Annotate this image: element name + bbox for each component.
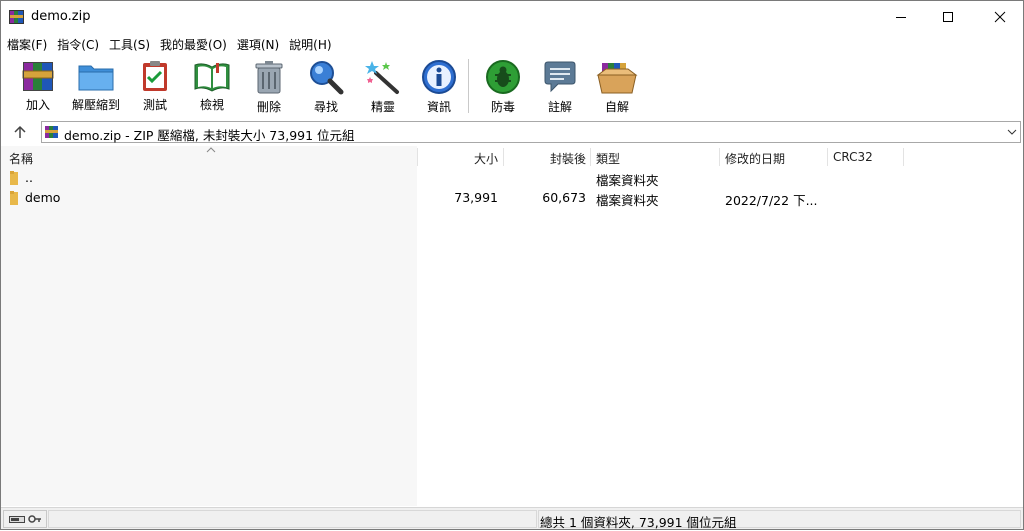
virus-scan-button[interactable]: 防毒	[473, 57, 533, 117]
column-header-modified[interactable]: 修改的日期	[725, 146, 825, 168]
view-button[interactable]: 檢視	[182, 57, 242, 117]
info-button[interactable]: 資訊	[409, 57, 469, 117]
up-arrow-icon	[14, 125, 26, 138]
magnifier-icon	[310, 61, 344, 95]
self-extract-box-icon	[596, 63, 638, 94]
comment-label: 註解	[547, 100, 572, 114]
window-title: demo.zip	[31, 9, 91, 24]
menu-bar: 檔案(F) 指令(C) 工具(S) 我的最愛(O) 選項(N) 說明(H)	[1, 33, 1023, 54]
drive-icon	[8, 516, 25, 523]
address-bar[interactable]: demo.zip - ZIP 壓縮檔, 未封裝大小 73,991 位元組	[41, 121, 1021, 143]
comment-button[interactable]: 註解	[530, 57, 590, 117]
extract-to-button[interactable]: 解壓縮到	[66, 57, 126, 117]
menu-help[interactable]: 說明(H)	[283, 33, 335, 54]
column-header-name[interactable]: 名稱	[9, 146, 409, 168]
column-header-type[interactable]: 類型	[596, 146, 716, 168]
row-name: ..	[25, 170, 33, 185]
menu-favorites[interactable]: 我的最愛(O)	[154, 33, 231, 54]
status-drive-panel[interactable]	[3, 510, 47, 528]
wizard-label: 精靈	[370, 100, 395, 114]
row-name: demo	[25, 190, 61, 205]
row-type: 檔案資料夾	[596, 193, 659, 208]
folder-icon	[10, 171, 18, 185]
column-header-packed[interactable]: 封裝後	[504, 146, 586, 168]
info-icon	[422, 60, 456, 94]
test-button[interactable]: 測試	[125, 57, 185, 117]
delete-label: 刪除	[256, 100, 281, 114]
menu-tools[interactable]: 工具(S)	[103, 33, 154, 54]
toolbar: 加入 解壓縮到 測試 檢視 刪除 尋找 精靈 資訊 防毒 註解 自解	[1, 55, 1023, 119]
close-icon	[994, 11, 1006, 23]
row-modified: 2022/7/22 下...	[725, 193, 818, 208]
status-bar: 總共 1 個資料夾, 73,991 個位元組	[1, 507, 1023, 530]
column-divider[interactable]	[590, 148, 591, 166]
menu-file[interactable]: 檔案(F)	[1, 33, 51, 54]
file-list: 名稱 大小 封裝後 類型 修改的日期 CRC32 .. 檔案資料夾 demo 7…	[1, 146, 1023, 506]
find-button[interactable]: 尋找	[296, 57, 356, 117]
table-row[interactable]: demo 73,991 60,673 檔案資料夾 2022/7/22 下...	[1, 188, 1023, 208]
magic-wand-icon	[365, 61, 399, 94]
column-divider[interactable]	[903, 148, 904, 166]
chevron-down-icon[interactable]	[1006, 125, 1018, 139]
add-label: 加入	[25, 98, 50, 112]
comment-icon	[544, 61, 576, 93]
sfx-button[interactable]: 自解	[587, 57, 647, 117]
row-packed: 60,673	[542, 190, 586, 205]
key-icon	[27, 515, 41, 523]
menu-options[interactable]: 選項(N)	[231, 33, 283, 54]
archive-add-icon	[22, 62, 54, 91]
title-bar: demo.zip	[1, 1, 1023, 33]
book-icon	[194, 63, 230, 92]
wizard-button[interactable]: 精靈	[353, 57, 413, 117]
extract-to-label: 解壓縮到	[71, 98, 120, 112]
maximize-icon	[943, 12, 953, 22]
row-type: 檔案資料夾	[596, 173, 659, 188]
winrar-icon	[9, 10, 24, 24]
status-summary-panel: 總共 1 個資料夾, 73,991 個位元組	[538, 510, 1021, 530]
minimize-icon	[896, 17, 906, 18]
winrar-icon	[45, 126, 58, 138]
row-size: 73,991	[454, 190, 498, 205]
sfx-label: 自解	[604, 100, 629, 114]
view-label: 檢視	[199, 98, 224, 112]
info-label: 資訊	[426, 100, 451, 114]
test-label: 測試	[142, 98, 167, 112]
column-header-crc32[interactable]: CRC32	[833, 146, 903, 168]
delete-button[interactable]: 刪除	[239, 57, 299, 117]
status-summary: 總共 1 個資料夾, 73,991 個位元組	[540, 515, 737, 530]
address-row: demo.zip - ZIP 壓縮檔, 未封裝大小 73,991 位元組	[1, 120, 1023, 144]
toolbar-separator	[468, 59, 469, 113]
maximize-button[interactable]	[925, 1, 971, 33]
column-divider[interactable]	[827, 148, 828, 166]
column-header-size[interactable]: 大小	[418, 146, 498, 168]
winrar-window: demo.zip 檔案(F) 指令(C) 工具(S) 我的最愛(O) 選項(N)…	[0, 0, 1024, 530]
folder-icon	[10, 191, 18, 205]
status-selection-panel	[48, 510, 537, 528]
trash-icon	[255, 61, 283, 94]
bug-icon	[486, 60, 520, 94]
minimize-button[interactable]	[878, 1, 924, 33]
menu-commands[interactable]: 指令(C)	[51, 33, 103, 54]
column-divider[interactable]	[719, 148, 720, 166]
close-button[interactable]	[977, 1, 1023, 33]
table-row[interactable]: .. 檔案資料夾	[1, 168, 1023, 188]
folder-extract-icon	[78, 65, 114, 91]
virus-scan-label: 防毒	[490, 100, 515, 114]
up-one-level-button[interactable]	[7, 122, 33, 142]
find-label: 尋找	[313, 100, 338, 114]
add-button[interactable]: 加入	[8, 57, 68, 117]
address-text: demo.zip - ZIP 壓縮檔, 未封裝大小 73,991 位元組	[64, 128, 355, 143]
clipboard-check-icon	[143, 61, 167, 91]
